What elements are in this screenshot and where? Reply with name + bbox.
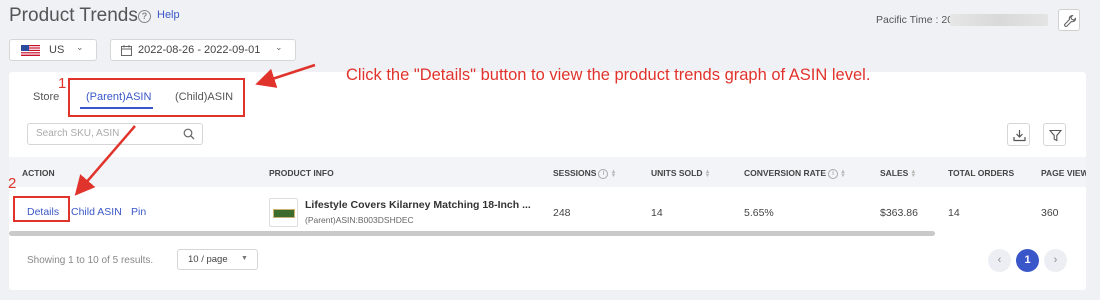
column-header-sales[interactable]: SALES ▲ ▼ bbox=[880, 168, 916, 179]
info-icon[interactable]: i bbox=[598, 168, 609, 179]
filter-icon bbox=[1049, 129, 1062, 142]
settings-tool-button[interactable] bbox=[1058, 9, 1080, 31]
sort-icon[interactable]: ▲ ▼ bbox=[704, 169, 710, 179]
cell-page-views: 360 bbox=[1041, 207, 1059, 219]
column-header-conversion-rate[interactable]: CONVERSION RATE i ▲ ▼ bbox=[744, 168, 846, 179]
search-icon[interactable] bbox=[183, 128, 195, 140]
cell-sessions: 248 bbox=[553, 207, 571, 219]
column-header-action: ACTION bbox=[22, 168, 55, 178]
download-icon bbox=[1013, 130, 1026, 142]
annotation-highlight-details bbox=[13, 196, 70, 222]
page-1-button[interactable]: 1 bbox=[1016, 249, 1039, 272]
help-icon[interactable]: ? bbox=[138, 10, 151, 23]
annotation-instruction: Click the "Details" button to view the p… bbox=[346, 66, 871, 84]
annotation-marker-2: 2 bbox=[8, 175, 17, 192]
column-header-page-views[interactable]: PAGE VIEW bbox=[1041, 168, 1086, 178]
wrench-icon bbox=[1064, 14, 1077, 27]
calendar-icon bbox=[121, 45, 132, 56]
page-title: Product Trends bbox=[9, 5, 138, 26]
pin-link[interactable]: Pin bbox=[131, 206, 146, 218]
search-input[interactable] bbox=[36, 128, 176, 139]
horizontal-scrollbar[interactable] bbox=[9, 231, 935, 236]
prev-page-button[interactable]: ‹ bbox=[988, 249, 1011, 272]
help-link[interactable]: Help bbox=[157, 9, 180, 21]
us-flag-icon bbox=[21, 45, 40, 56]
page-size-select[interactable]: 10 / page ▼ bbox=[177, 249, 258, 270]
table-row bbox=[9, 188, 1086, 232]
column-header-units-sold[interactable]: UNITS SOLD ▲ ▼ bbox=[651, 168, 710, 179]
cell-units-sold: 14 bbox=[651, 207, 663, 219]
chevron-down-icon: ⌄ bbox=[76, 42, 84, 52]
tab-store[interactable]: Store bbox=[33, 91, 59, 103]
child-asin-link[interactable]: Child ASIN bbox=[71, 206, 122, 218]
column-header-sessions[interactable]: SESSIONS i ▲ ▼ bbox=[553, 168, 616, 179]
country-select[interactable]: US ⌄ bbox=[9, 39, 97, 61]
page-size-value: 10 / page bbox=[188, 254, 228, 265]
filter-button[interactable] bbox=[1043, 123, 1066, 146]
column-header-total-orders[interactable]: TOTAL ORDERS bbox=[948, 168, 1014, 178]
annotation-highlight-tabs bbox=[68, 78, 245, 117]
product-thumbnail[interactable] bbox=[269, 198, 298, 227]
cell-total-orders: 14 bbox=[948, 207, 960, 219]
column-header-product-info: PRODUCT INFO bbox=[269, 168, 334, 178]
annotation-marker-1: 1 bbox=[58, 75, 67, 92]
date-range-picker[interactable]: 2022-08-26 - 2022-09-01 ⌄ bbox=[110, 39, 296, 61]
sort-icon[interactable]: ▲ ▼ bbox=[840, 169, 846, 179]
timezone-value-redacted bbox=[950, 14, 1048, 26]
sort-icon[interactable]: ▲ ▼ bbox=[910, 169, 916, 179]
sort-icon[interactable]: ▲ ▼ bbox=[610, 169, 616, 179]
table-header bbox=[9, 157, 1086, 187]
next-page-button[interactable]: › bbox=[1044, 249, 1067, 272]
cell-sales: $363.86 bbox=[880, 207, 918, 219]
product-asin: (Parent)ASIN:B003DSHDEC bbox=[305, 215, 414, 225]
chevron-down-icon: ▼ bbox=[241, 255, 248, 262]
download-button[interactable] bbox=[1007, 123, 1030, 146]
country-value: US bbox=[49, 44, 65, 56]
results-summary: Showing 1 to 10 of 5 results. bbox=[27, 255, 154, 266]
chevron-down-icon: ⌄ bbox=[275, 42, 283, 52]
search-box[interactable] bbox=[27, 123, 203, 145]
date-range-value: 2022-08-26 - 2022-09-01 bbox=[138, 44, 261, 56]
info-icon[interactable]: i bbox=[828, 168, 839, 179]
cell-conversion-rate: 5.65% bbox=[744, 207, 774, 219]
product-name[interactable]: Lifestyle Covers Kilarney Matching 18-In… bbox=[305, 199, 531, 211]
